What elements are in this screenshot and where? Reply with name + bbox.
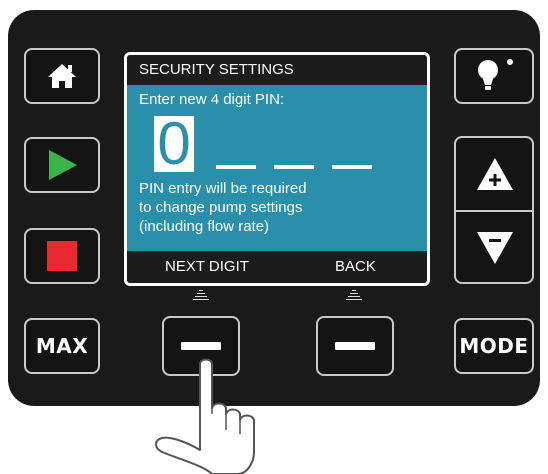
lightbulb-icon [478,59,513,90]
home-icon [48,64,76,88]
pin-digit-slot [274,165,314,169]
softkey-left-label: NEXT DIGIT [165,258,249,275]
light-button[interactable] [454,48,534,104]
softkey-right-button[interactable] [316,316,394,376]
minus-triangle-icon[interactable] [475,230,515,266]
pin-note-line: (including flow rate) [139,218,270,235]
start-button[interactable] [24,137,100,193]
max-button[interactable]: MAX [24,318,100,374]
stop-button[interactable] [24,228,100,284]
dash-icon [181,342,221,350]
mode-button-label: MODE [459,334,529,358]
stop-icon [47,241,77,271]
plus-triangle-icon[interactable] [475,156,515,192]
softkey-bar: NEXT DIGIT BACK [127,251,427,283]
softkey-left-indicator [193,290,209,302]
pin-note-line: PIN entry will be required [139,180,307,197]
mode-button[interactable]: MODE [454,318,534,374]
pin-prompt: Enter new 4 digit PIN: [139,91,285,108]
softkey-right-indicator [346,290,362,302]
lcd-screen: SECURITY SETTINGS Enter new 4 digit PIN:… [124,52,430,286]
max-button-label: MAX [35,334,89,358]
screen-title: SECURITY SETTINGS [127,55,427,85]
dash-icon [335,342,375,350]
home-button[interactable] [24,48,100,104]
pin-note: PIN entry will be required to change pum… [139,179,419,236]
pin-digit-active: 0 [154,114,194,174]
adjust-button-group [454,136,534,284]
pin-note-line: to change pump settings [139,199,303,216]
pin-digit-slot [216,165,256,169]
adjust-divider [456,210,532,212]
hand-pointer-icon [155,358,255,474]
softkey-right-label: BACK [335,258,376,275]
pin-digit-slot [332,165,372,169]
play-icon [49,150,77,180]
